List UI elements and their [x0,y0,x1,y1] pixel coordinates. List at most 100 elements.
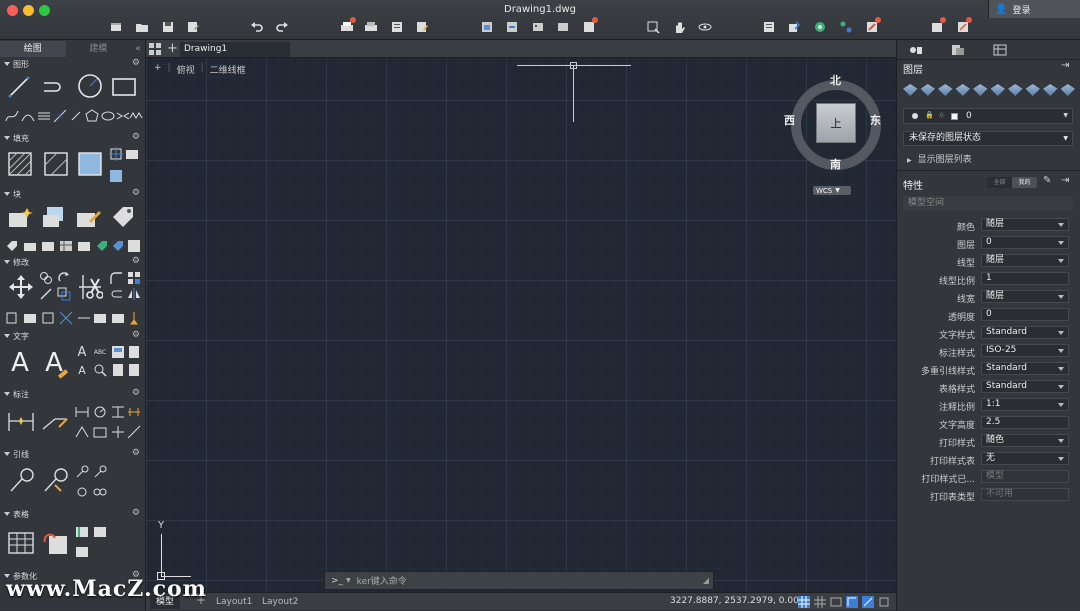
xline-icon[interactable] [52,108,68,124]
manage-attributes-icon[interactable] [22,238,38,254]
property-value-field[interactable]: 0 [981,236,1069,249]
batch-plot-icon[interactable] [363,19,378,34]
arc-icon[interactable] [20,108,36,124]
layer-match-icon[interactable] [1043,84,1058,96]
remove-leader-icon[interactable] [74,464,90,480]
undo-icon[interactable] [249,19,264,34]
dynamic-input-icon[interactable] [830,596,842,608]
tolerance-icon[interactable] [92,424,108,440]
xref-icon[interactable] [504,19,519,34]
design-center-icon[interactable] [955,17,972,34]
property-value-field[interactable]: 随层 [981,218,1069,231]
property-value-field[interactable]: Standard [981,362,1069,375]
property-value-field[interactable]: 0 [981,308,1069,321]
layers-tab-icon[interactable] [951,44,965,56]
join-icon[interactable] [58,310,74,326]
insert-block-icon[interactable] [40,204,70,232]
plot-icon[interactable] [339,17,356,34]
properties-icon[interactable] [761,19,776,34]
section-header-fill[interactable]: 填充 ⚙ [0,132,145,144]
layer-properties-icon[interactable] [903,84,918,96]
osnap-icon[interactable] [878,596,890,608]
gear-icon[interactable]: ⚙ [132,58,140,68]
compass-north[interactable]: 北 [830,72,841,88]
file-tab-drawing1[interactable]: Drawing1 [180,42,290,57]
external-data-icon[interactable] [555,19,570,34]
wipeout-mask-icon[interactable] [124,146,140,162]
scale-text-icon[interactable] [126,344,142,360]
snap-icon[interactable] [814,596,826,608]
block-table-icon[interactable] [58,238,74,254]
find-text-icon[interactable] [92,362,108,378]
section-header-dimension[interactable]: 标注 ⚙ [0,388,145,400]
new-drawing-icon[interactable] [108,19,123,34]
rotate-icon[interactable] [56,270,72,286]
layer-lock-icon[interactable] [1025,84,1040,96]
stretch-icon[interactable] [4,310,20,326]
property-value-field[interactable]: 无 [981,452,1069,465]
boundary-icon[interactable] [76,150,104,178]
brush-icon[interactable] [126,310,142,326]
grid-toggle-icon[interactable] [798,596,810,608]
property-value-field[interactable]: Standard [981,380,1069,393]
table-icon[interactable] [6,528,36,558]
table-style-icon[interactable] [74,524,90,540]
edit-block-icon[interactable] [74,204,104,232]
region-icon[interactable] [108,146,124,162]
explode-icon[interactable] [92,310,108,326]
attribute-extract-icon[interactable] [126,238,142,254]
trim-icon[interactable] [76,272,104,302]
aligned-dim-icon[interactable] [110,404,126,420]
edit-icon[interactable]: ✎ [1043,175,1051,186]
props-filter-all[interactable]: 全部 [987,177,1012,188]
props-filter-mine[interactable]: 我的 [1012,177,1037,188]
zoom-window-icon[interactable] [645,19,660,34]
pin-panel-icon[interactable]: ⇥ [1061,175,1069,186]
superhatch-icon[interactable] [108,168,124,184]
chevron-down-icon[interactable]: ▼ [346,577,351,584]
resize-handle-icon[interactable]: ◢ [703,576,709,585]
viewcube-top-face[interactable]: 上 [816,103,856,143]
viewcube[interactable]: 上 北 南 东 西 WCS ▼ [784,70,886,200]
command-input[interactable]: ker键入命令 [357,574,407,587]
multileader-icon[interactable] [6,466,36,496]
circle-icon[interactable] [76,72,104,100]
gear-icon[interactable]: ⚙ [132,188,140,198]
gradient-icon[interactable] [42,150,70,178]
quick-select-icon[interactable] [812,19,827,34]
save-icon[interactable] [160,19,175,34]
property-value-field[interactable]: Standard [981,326,1069,339]
layer-state-dropdown[interactable]: 未保存的图层状态 ▼ [903,131,1073,146]
text-table-icon[interactable] [110,344,126,360]
line-icon[interactable] [6,74,32,100]
attribute-edit-icon[interactable] [94,238,110,254]
link-data-icon[interactable] [40,528,70,558]
command-line[interactable]: >_ ▼ ker键入命令 ◢ [324,571,714,590]
property-value-field[interactable]: 1 [981,272,1069,285]
pan-hand-icon[interactable] [671,19,686,34]
gear-icon[interactable]: ⚙ [132,388,140,398]
layer-freeze-icon[interactable] [990,84,1005,96]
group-icon[interactable] [838,19,853,34]
property-value-field[interactable]: 1:1 [981,398,1069,411]
tool-palettes-icon[interactable] [929,17,946,34]
center-mark-icon[interactable] [110,424,126,440]
tab-layout1[interactable]: Layout1 [210,595,258,609]
attribute-display-icon[interactable] [110,238,126,254]
open-folder-icon[interactable] [134,19,149,34]
publish-icon[interactable] [389,19,404,34]
move-icon[interactable] [6,272,36,302]
gear-icon[interactable]: ⚙ [132,330,140,340]
polar-icon[interactable] [862,596,874,608]
tab-layout2[interactable]: Layout2 [256,595,304,609]
compass-south[interactable]: 南 [830,156,841,172]
new-layer-icon[interactable] [920,84,935,96]
radius-dim-icon[interactable] [92,404,108,420]
array-icon[interactable] [126,270,142,286]
edit-text-icon[interactable]: A [74,362,90,378]
pdf-import-icon[interactable] [581,17,598,34]
leader-dim-icon[interactable] [40,408,70,436]
orbit-icon[interactable] [697,19,712,34]
rectangle-icon[interactable] [110,74,138,100]
mirror-icon[interactable] [126,286,142,302]
